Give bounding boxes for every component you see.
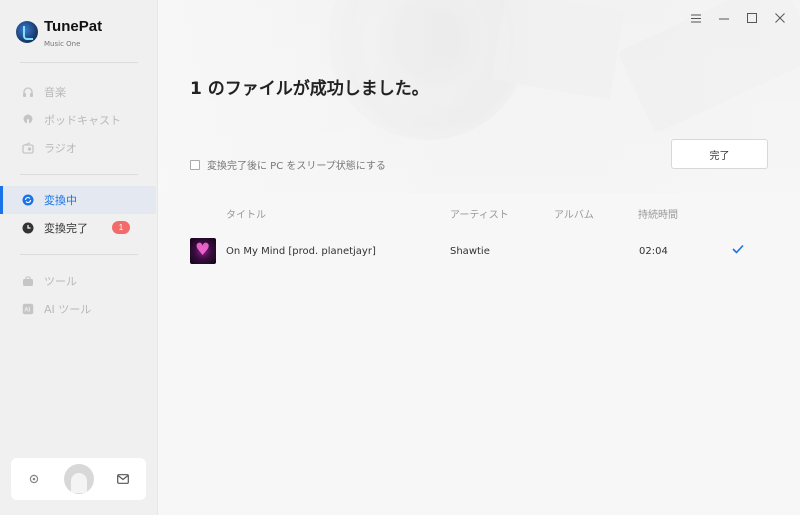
window-controls	[690, 12, 786, 24]
app-name: TunePat	[44, 18, 103, 35]
sleep-after-conversion-option[interactable]: 変換完了後に PC をスリープ状態にする	[190, 157, 386, 172]
sidebar-divider	[20, 62, 138, 63]
svg-text:AI: AI	[24, 308, 30, 314]
brand: TunePat Music One	[16, 18, 102, 48]
track-artist: Shawtie	[450, 246, 490, 257]
menu-icon[interactable]	[690, 12, 702, 24]
sidebar-item-label: ツール	[44, 275, 77, 288]
podcast-icon	[22, 114, 34, 126]
track-duration: 02:04	[639, 246, 668, 257]
gear-icon[interactable]	[27, 472, 41, 486]
sidebar-item-podcast[interactable]: ポッドキャスト	[0, 106, 156, 134]
sidebar-divider	[20, 174, 138, 175]
sidebar-bottom-panel	[11, 458, 146, 500]
done-button[interactable]: 完了	[671, 139, 768, 169]
sidebar-item-label: AI ツール	[44, 303, 92, 316]
table-header: タイトル アーティスト アルバム 持続時間	[158, 200, 800, 226]
ai-icon: AI	[22, 303, 34, 315]
sidebar-item-label: 変換中	[44, 194, 77, 207]
sidebar-item-converted[interactable]: 変換完了 1	[0, 214, 156, 242]
mail-icon[interactable]	[116, 472, 130, 486]
converted-count-badge: 1	[112, 221, 130, 234]
sidebar: TunePat Music One 音楽 ポッドキャスト ラジオ 変換中 変換完…	[0, 0, 158, 515]
sidebar-item-ai-tools[interactable]: AI AI ツール	[0, 295, 156, 323]
clock-icon	[22, 222, 34, 234]
table-row[interactable]: On My Mind [prod. planetjayr] Shawtie 02…	[158, 235, 800, 269]
sidebar-item-label: ポッドキャスト	[44, 114, 121, 127]
app-subtitle: Music One	[44, 40, 81, 48]
track-title: On My Mind [prod. planetjayr]	[226, 246, 376, 257]
avatar[interactable]	[63, 464, 94, 494]
column-header-duration: 持続時間	[638, 210, 678, 221]
sidebar-item-converting[interactable]: 変換中	[0, 186, 156, 214]
sidebar-divider	[20, 254, 138, 255]
maximize-icon[interactable]	[746, 12, 758, 24]
album-art-thumbnail	[190, 238, 216, 264]
success-headline: 1 のファイルが成功しました。	[190, 79, 429, 99]
column-header-artist: アーティスト	[450, 210, 509, 221]
sidebar-item-tools[interactable]: ツール	[0, 267, 156, 295]
sidebar-item-label: 変換完了	[44, 222, 88, 235]
headphones-icon	[22, 86, 34, 98]
column-header-album: アルバム	[554, 210, 594, 221]
sleep-checkbox[interactable]	[190, 159, 200, 170]
sidebar-item-radio[interactable]: ラジオ	[0, 134, 156, 162]
minimize-icon[interactable]	[718, 12, 730, 24]
radio-icon	[22, 142, 34, 154]
main-panel: 1 のファイルが成功しました。 変換完了後に PC をスリープ状態にする 完了 …	[158, 0, 800, 515]
sidebar-item-music[interactable]: 音楽	[0, 78, 156, 106]
close-icon[interactable]	[774, 12, 786, 24]
sleep-option-label: 変換完了後に PC をスリープ状態にする	[207, 161, 386, 172]
converting-icon	[22, 194, 34, 206]
checkmark-icon	[732, 243, 744, 258]
column-header-title: タイトル	[226, 210, 266, 221]
sidebar-item-label: ラジオ	[44, 142, 77, 155]
tunepat-logo-icon	[16, 21, 38, 43]
sidebar-item-label: 音楽	[44, 86, 66, 99]
toolbox-icon	[22, 275, 34, 287]
